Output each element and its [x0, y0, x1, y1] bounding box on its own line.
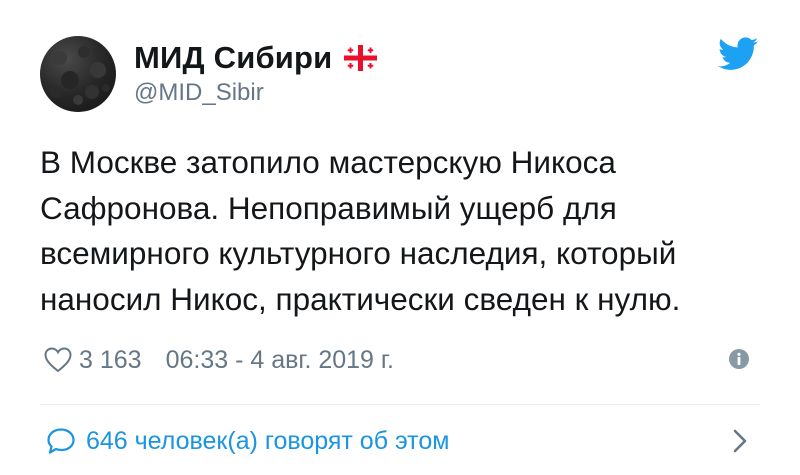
georgia-flag-icon: [344, 45, 378, 71]
divider: [40, 404, 760, 405]
twitter-bird-icon[interactable]: [718, 37, 758, 71]
replies-link[interactable]: 646 человек(а) говорят об этом: [46, 421, 449, 461]
speech-bubble-icon: [47, 428, 75, 454]
chevron-right-icon[interactable]: [730, 426, 750, 456]
account-name[interactable]: МИД Сибири: [134, 40, 332, 76]
tweet-line: всемирного культурного наследия, который: [40, 235, 677, 271]
tweet-line: Сафронова. Непоправимый ущерб для: [40, 189, 617, 226]
avatar[interactable]: [40, 36, 116, 112]
heart-icon[interactable]: [44, 347, 72, 373]
account-handle[interactable]: @MID_Sibir: [134, 79, 264, 107]
like-count[interactable]: 3 163: [79, 346, 142, 375]
info-icon[interactable]: [728, 348, 750, 370]
tweet-line: наносил Никос, практически сведен к нулю…: [40, 280, 681, 317]
replies-label[interactable]: 646 человек(а) говорят об этом: [86, 427, 449, 456]
tweet-card: МИД Сибири @MID_Sibir В Москве затопило …: [0, 0, 800, 475]
tweet-line: В Москве затопило мастерскую Никоса: [40, 144, 616, 180]
account-name-row[interactable]: МИД Сибири: [134, 40, 378, 76]
tweet-meta-row: 3 163 06:33 - 4 авг. 2019 г.: [44, 343, 394, 377]
tweet-timestamp[interactable]: 06:33 - 4 авг. 2019 г.: [166, 346, 394, 375]
tweet-text: В Москве затопило мастерскую Никоса Сафр…: [40, 140, 760, 322]
